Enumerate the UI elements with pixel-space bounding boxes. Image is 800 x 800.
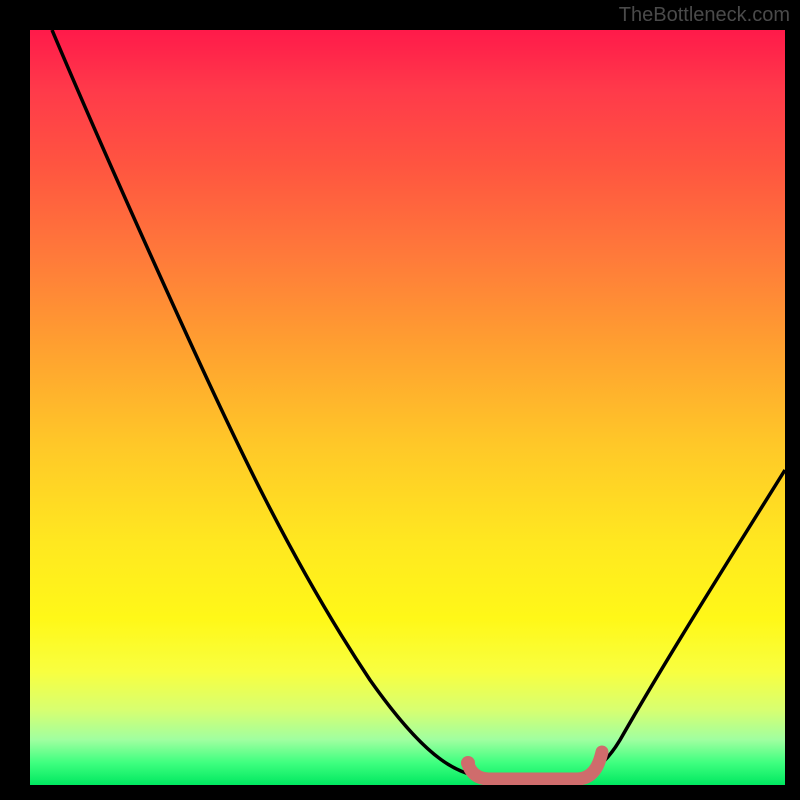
optimal-range-marker: [468, 752, 602, 779]
watermark-text: TheBottleneck.com: [619, 4, 790, 27]
curve-line: [52, 30, 785, 778]
optimal-start-dot: [461, 756, 475, 770]
bottleneck-chart: [30, 30, 785, 785]
